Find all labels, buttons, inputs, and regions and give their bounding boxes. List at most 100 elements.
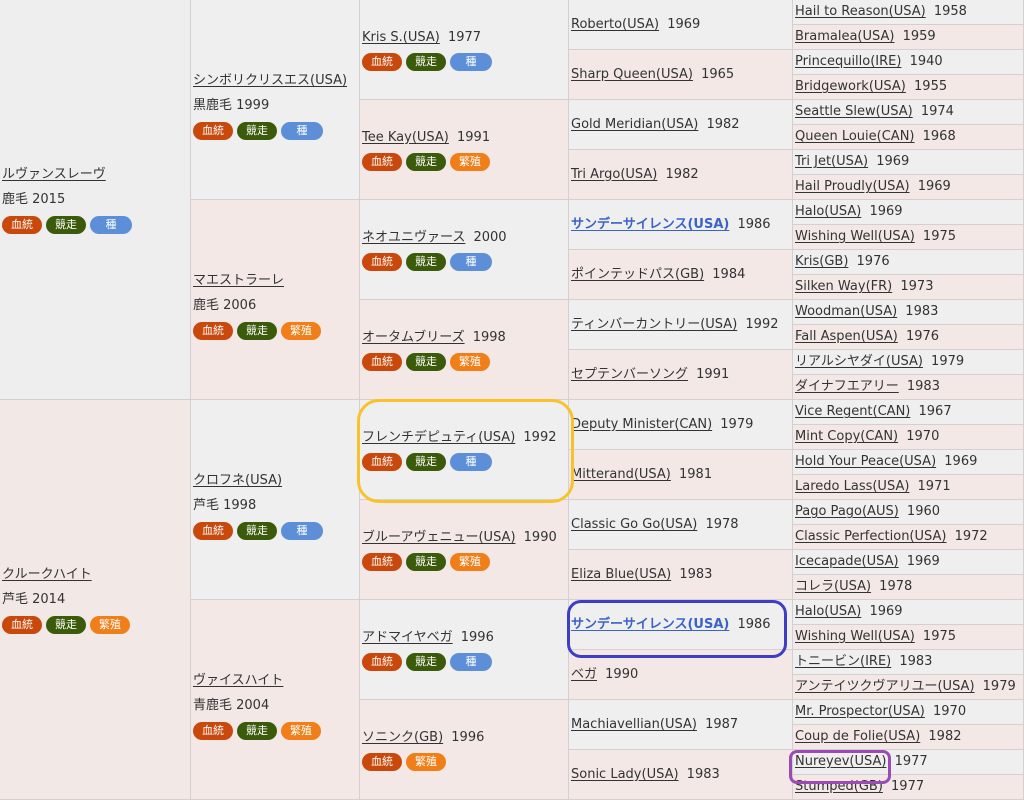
hanshoku-badge[interactable]: 繁殖: [281, 721, 321, 740]
hanshoku-badge[interactable]: 繁殖: [450, 352, 490, 371]
horse-name-link[interactable]: ティンバーカントリー(USA): [571, 317, 741, 332]
horse-name-link[interactable]: サンデーサイレンス(USA): [571, 217, 733, 232]
horse-name-link[interactable]: サンデーサイレンス(USA): [571, 617, 733, 632]
hanshoku-badge[interactable]: 繁殖: [90, 615, 130, 634]
horse-name-link[interactable]: Deputy Minister(CAN): [571, 417, 716, 432]
kyousou-badge[interactable]: 競走: [237, 121, 277, 140]
horse-name-link[interactable]: Tri Argo(USA): [571, 167, 661, 182]
horse-name-link[interactable]: Woodman(USA): [795, 304, 901, 319]
kyousou-badge[interactable]: 競走: [237, 321, 277, 340]
horse-name-link[interactable]: ルヴァンスレーヴ: [2, 167, 110, 182]
horse-name-link[interactable]: リアルシヤダイ(USA): [795, 354, 927, 369]
kettou-badge[interactable]: 血統: [2, 615, 42, 634]
kettou-badge[interactable]: 血統: [193, 321, 233, 340]
kyousou-badge[interactable]: 競走: [406, 652, 446, 671]
horse-name-link[interactable]: ポインテッドパス(GB): [571, 267, 708, 282]
horse-name-link[interactable]: Queen Louie(CAN): [795, 129, 919, 144]
shu-badge[interactable]: 種: [450, 252, 492, 271]
kettou-badge[interactable]: 血統: [193, 121, 233, 140]
kettou-badge[interactable]: 血統: [193, 721, 233, 740]
horse-name-link[interactable]: Bramalea(USA): [795, 29, 898, 44]
horse-name-link[interactable]: Hail to Reason(USA): [795, 4, 930, 19]
horse-name-link[interactable]: Vice Regent(CAN): [795, 404, 914, 419]
horse-name-link[interactable]: Seattle Slew(USA): [795, 104, 917, 119]
horse-name-link[interactable]: トニービン(IRE): [795, 654, 895, 669]
hanshoku-badge[interactable]: 繁殖: [281, 321, 321, 340]
horse-name-link[interactable]: Silken Way(FR): [795, 279, 896, 294]
horse-name-link[interactable]: Wishing Well(USA): [795, 229, 919, 244]
kettou-badge[interactable]: 血統: [362, 252, 402, 271]
kettou-badge[interactable]: 血統: [2, 215, 42, 234]
kyousou-badge[interactable]: 競走: [406, 152, 446, 171]
horse-name-link[interactable]: Halo(USA): [795, 204, 865, 219]
horse-name-link[interactable]: ダイナフエアリー: [795, 379, 903, 394]
horse-name-link[interactable]: Mint Copy(CAN): [795, 429, 902, 444]
kyousou-badge[interactable]: 競走: [237, 521, 277, 540]
kyousou-badge[interactable]: 競走: [406, 452, 446, 471]
horse-name-link[interactable]: Tri Jet(USA): [795, 154, 872, 169]
kettou-badge[interactable]: 血統: [362, 352, 402, 371]
shu-badge[interactable]: 種: [450, 452, 492, 471]
kettou-badge[interactable]: 血統: [193, 521, 233, 540]
kyousou-badge[interactable]: 競走: [46, 215, 86, 234]
hanshoku-badge[interactable]: 繁殖: [406, 752, 446, 771]
horse-name-link[interactable]: Classic Go Go(USA): [571, 517, 701, 532]
shu-badge[interactable]: 種: [90, 215, 132, 234]
horse-name-link[interactable]: クロフネ(USA): [193, 473, 286, 488]
horse-name-link[interactable]: アンテイツクヴアリユー(USA): [795, 679, 979, 694]
horse-name-link[interactable]: Sonic Lady(USA): [571, 767, 683, 782]
horse-name-link[interactable]: シンボリクリスエス(USA): [193, 73, 351, 88]
horse-name-link[interactable]: Fall Aspen(USA): [795, 329, 902, 344]
horse-name-link[interactable]: Kris(GB): [795, 254, 852, 269]
horse-name-link[interactable]: ヴァイスハイト: [193, 673, 287, 688]
horse-name-link[interactable]: Mitterand(USA): [571, 467, 675, 482]
horse-name-link[interactable]: Princequillo(IRE): [795, 54, 905, 69]
horse-name-link[interactable]: Bridgework(USA): [795, 79, 910, 94]
horse-name-link[interactable]: Icecapade(USA): [795, 554, 903, 569]
kyousou-badge[interactable]: 競走: [406, 52, 446, 71]
horse-name-link[interactable]: Gold Meridian(USA): [571, 117, 702, 132]
horse-name-link[interactable]: Nureyev(USA): [795, 754, 890, 769]
horse-name-link[interactable]: コレラ(USA): [795, 579, 875, 594]
horse-name-link[interactable]: オータムブリーズ: [362, 330, 469, 345]
horse-name-link[interactable]: Halo(USA): [795, 604, 865, 619]
horse-name-link[interactable]: Mr. Prospector(USA): [795, 704, 929, 719]
shu-badge[interactable]: 種: [281, 121, 323, 140]
horse-name-link[interactable]: Coup de Folie(USA): [795, 729, 924, 744]
kyousou-badge[interactable]: 競走: [406, 552, 446, 571]
kyousou-badge[interactable]: 競走: [237, 721, 277, 740]
kettou-badge[interactable]: 血統: [362, 452, 402, 471]
horse-name-link[interactable]: Stumped(GB): [795, 779, 887, 794]
kettou-badge[interactable]: 血統: [362, 552, 402, 571]
kettou-badge[interactable]: 血統: [362, 652, 402, 671]
hanshoku-badge[interactable]: 繁殖: [450, 552, 490, 571]
horse-name-link[interactable]: Laredo Lass(USA): [795, 479, 913, 494]
horse-name-link[interactable]: セプテンバーソング: [571, 367, 692, 382]
shu-badge[interactable]: 種: [450, 52, 492, 71]
horse-name-link[interactable]: Kris S.(USA): [362, 30, 444, 45]
horse-name-link[interactable]: Hail Proudly(USA): [795, 179, 914, 194]
kyousou-badge[interactable]: 競走: [46, 615, 86, 634]
horse-name-link[interactable]: Machiavellian(USA): [571, 717, 701, 732]
horse-name-link[interactable]: Tee Kay(USA): [362, 130, 453, 145]
horse-name-link[interactable]: Hold Your Peace(USA): [795, 454, 940, 469]
horse-name-link[interactable]: Sharp Queen(USA): [571, 67, 697, 82]
hanshoku-badge[interactable]: 繁殖: [450, 152, 490, 171]
kettou-badge[interactable]: 血統: [362, 752, 402, 771]
horse-name-link[interactable]: アドマイヤベガ: [362, 630, 457, 645]
kettou-badge[interactable]: 血統: [362, 152, 402, 171]
horse-name-link[interactable]: ネオユニヴァース: [362, 230, 469, 245]
horse-name-link[interactable]: マエストラーレ: [193, 273, 288, 288]
horse-name-link[interactable]: Pago Pago(AUS): [795, 504, 903, 519]
horse-name-link[interactable]: Classic Perfection(USA): [795, 529, 950, 544]
horse-name-link[interactable]: フレンチデピュティ(USA): [362, 430, 519, 445]
horse-name-link[interactable]: Roberto(USA): [571, 17, 663, 32]
horse-name-link[interactable]: ソニンク(GB): [362, 730, 447, 745]
horse-name-link[interactable]: Eliza Blue(USA): [571, 567, 675, 582]
horse-name-link[interactable]: ベガ: [571, 667, 601, 682]
shu-badge[interactable]: 種: [450, 652, 492, 671]
horse-name-link[interactable]: Wishing Well(USA): [795, 629, 919, 644]
horse-name-link[interactable]: クルークハイト: [2, 567, 96, 582]
horse-name-link[interactable]: ブルーアヴェニュー(USA): [362, 530, 520, 545]
kyousou-badge[interactable]: 競走: [406, 252, 446, 271]
